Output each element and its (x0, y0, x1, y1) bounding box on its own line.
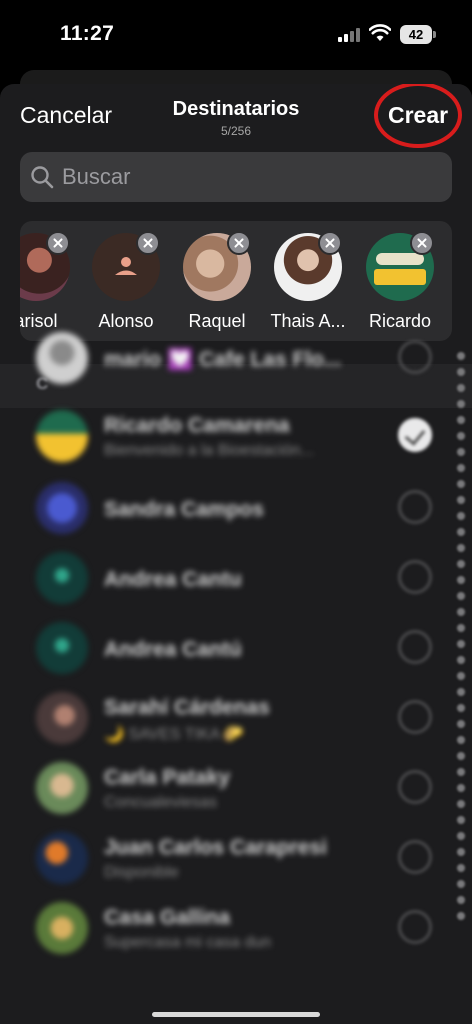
index-rail-dot (457, 640, 465, 648)
contact-name: Sarahí Cárdenas (104, 696, 270, 719)
contact-row[interactable]: Juan Carlos Carapresi Disponible (20, 824, 440, 894)
contact-row[interactable]: mario 💟 Cafe Las Flo... (20, 324, 440, 394)
contact-subtitle: Bienvenido a la Bioestación... (104, 442, 314, 459)
contact-row[interactable]: Andrea Cantú (20, 614, 440, 684)
index-rail-dot (457, 912, 465, 920)
contact-name: Juan Carlos Carapresi (104, 836, 327, 859)
index-rail-dot (457, 784, 465, 792)
select-checkbox-icon[interactable] (398, 910, 432, 944)
remove-icon[interactable] (318, 231, 342, 255)
status-bar: 11:27 42 (0, 0, 472, 70)
home-indicator[interactable] (152, 1012, 320, 1017)
alphabet-index-rail[interactable] (456, 352, 466, 932)
index-rail-dot (457, 368, 465, 376)
index-rail-dot (457, 352, 465, 360)
select-checkbox-icon[interactable] (398, 340, 432, 374)
index-rail-dot (457, 704, 465, 712)
search-icon (31, 166, 54, 189)
contact-name: Casa Gallina (104, 906, 231, 929)
avatar (36, 622, 88, 674)
select-checkbox-icon[interactable] (398, 840, 432, 874)
search-input[interactable] (62, 152, 442, 202)
select-checkbox-icon[interactable] (398, 490, 432, 524)
index-rail-dot (457, 768, 465, 776)
contact-row[interactable]: Casa Gallina Supercasa mi casa dun (20, 894, 440, 964)
select-checkbox-icon[interactable] (398, 770, 432, 804)
contact-row[interactable]: Carla Pataky Concualeviesas (20, 754, 440, 824)
index-rail-dot (457, 512, 465, 520)
index-rail-dot (457, 448, 465, 456)
avatar (36, 902, 88, 954)
index-rail-dot (457, 464, 465, 472)
remove-icon[interactable] (46, 231, 70, 255)
index-rail-dot (457, 896, 465, 904)
cellular-signal-icon (338, 26, 362, 42)
select-checkbox-icon[interactable] (398, 630, 432, 664)
contact-row[interactable]: Andrea Cantu (20, 544, 440, 614)
contact-subtitle: Supercasa mi casa dun (104, 934, 272, 951)
index-rail-dot (457, 384, 465, 392)
index-rail-dot (457, 880, 465, 888)
index-rail-dot (457, 576, 465, 584)
selected-chip[interactable]: Ricardo (354, 231, 446, 333)
contact-list: mario 💟 Cafe Las Flo... Ricardo Camarena… (20, 324, 440, 954)
avatar (36, 482, 88, 534)
contact-row[interactable]: Sandra Campos (20, 474, 440, 544)
index-rail-dot (457, 800, 465, 808)
contact-subtitle: 🌙 SAVES TIKA 🌮 (104, 726, 244, 743)
index-rail-dot (457, 720, 465, 728)
index-rail-dot (457, 864, 465, 872)
index-rail-dot (457, 656, 465, 664)
checkmark-icon[interactable] (398, 418, 432, 452)
index-rail-dot (457, 496, 465, 504)
index-rail-dot (457, 672, 465, 680)
remove-icon[interactable] (136, 231, 160, 255)
index-rail-dot (457, 688, 465, 696)
contact-name: mario 💟 Cafe Las Flo... (104, 348, 342, 371)
index-rail-dot (457, 848, 465, 856)
index-rail-dot (457, 416, 465, 424)
select-checkbox-icon[interactable] (398, 700, 432, 734)
status-time: 11:27 (60, 22, 115, 45)
index-rail-dot (457, 528, 465, 536)
select-checkbox-icon[interactable] (398, 560, 432, 594)
index-rail-dot (457, 736, 465, 744)
selected-chip[interactable]: Raquel (171, 231, 263, 333)
contact-name: Carla Pataky (104, 766, 231, 789)
wifi-icon (369, 24, 391, 41)
avatar (36, 692, 88, 744)
contact-subtitle: Concualeviesas (104, 794, 217, 811)
index-rail-dot (457, 592, 465, 600)
avatar (36, 332, 88, 384)
contact-name: Andrea Cantú (104, 638, 242, 661)
create-button[interactable]: Crear (388, 102, 448, 129)
contact-name: Andrea Cantu (104, 568, 242, 591)
contact-subtitle: Disponible (104, 864, 179, 881)
remove-icon[interactable] (410, 231, 434, 255)
index-rail-dot (457, 544, 465, 552)
index-rail-dot (457, 832, 465, 840)
index-rail-dot (457, 560, 465, 568)
avatar (36, 762, 88, 814)
selected-chip[interactable]: Alonso (80, 231, 172, 333)
index-rail-dot (457, 816, 465, 824)
remove-icon[interactable] (227, 231, 251, 255)
contact-name: Ricardo Camarena (104, 414, 290, 437)
avatar (36, 552, 88, 604)
contact-row[interactable]: Sarahí Cárdenas 🌙 SAVES TIKA 🌮 (20, 684, 440, 754)
index-rail-dot (457, 432, 465, 440)
battery-icon: 42 (400, 25, 436, 44)
search-bar[interactable] (20, 152, 452, 202)
index-rail-dot (457, 752, 465, 760)
selected-recipients: arisol Alonso Raquel Thais A... (20, 221, 452, 341)
selected-chip[interactable]: Thais A... (262, 231, 354, 333)
index-rail-dot (457, 608, 465, 616)
index-rail-dot (457, 480, 465, 488)
index-rail-dot (457, 400, 465, 408)
avatar (36, 410, 88, 462)
contact-name: Sandra Campos (104, 498, 264, 521)
index-rail-dot (457, 624, 465, 632)
avatar (36, 832, 88, 884)
contact-row[interactable]: Ricardo Camarena Bienvenido a la Bioesta… (20, 402, 440, 472)
